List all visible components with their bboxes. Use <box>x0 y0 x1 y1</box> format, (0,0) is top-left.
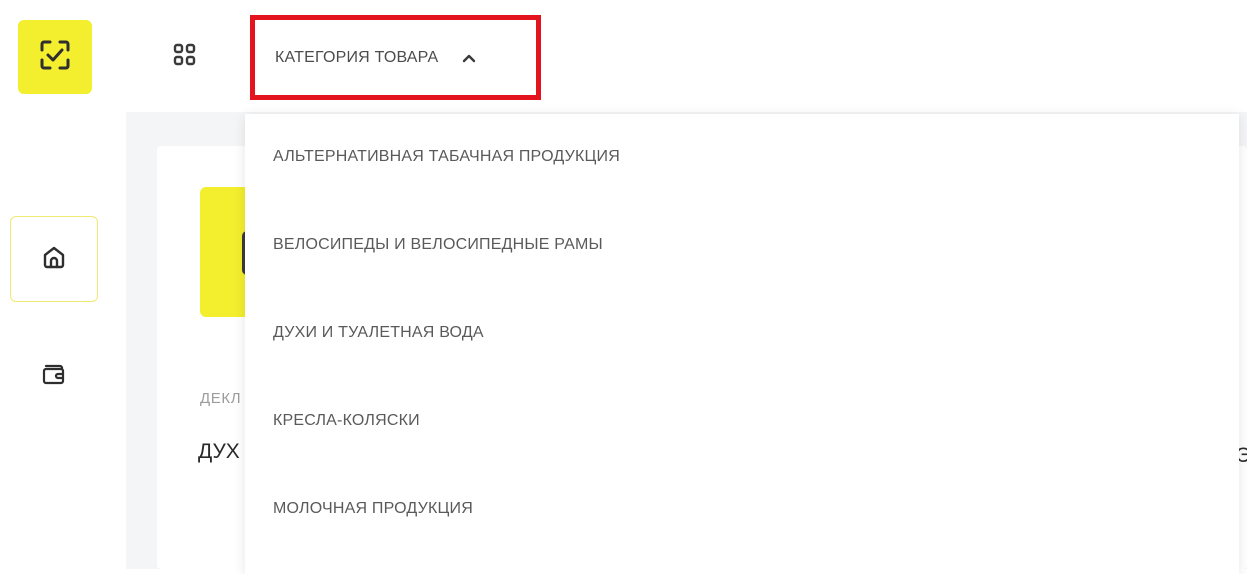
dropdown-item[interactable]: АЛЬТЕРНАТИВНАЯ ТАБАЧНАЯ ПРОДУКЦИЯ <box>273 148 620 166</box>
card-caption: ДЕКЛ <box>200 390 242 407</box>
category-filter-dropdown[interactable]: КАТЕГОРИЯ ТОВАРА <box>250 15 541 100</box>
dropdown-item[interactable]: ДУХИ И ТУАЛЕТНАЯ ВОДА <box>273 324 484 342</box>
nav-wallet[interactable] <box>36 358 72 394</box>
scan-check-icon <box>38 38 72 77</box>
category-filter-label: КАТЕГОРИЯ ТОВАРА <box>275 48 439 66</box>
category-dropdown-menu: АЛЬТЕРНАТИВНАЯ ТАБАЧНАЯ ПРОДУКЦИЯ ВЕЛОСИ… <box>245 114 1239 574</box>
card-title: ДУХ <box>198 440 240 463</box>
dropdown-item[interactable]: ВЕЛОСИПЕДЫ И ВЕЛОСИПЕДНЫЕ РАМЫ <box>273 236 603 254</box>
chevron-up-icon <box>462 53 476 63</box>
apps-menu-button[interactable] <box>168 40 202 74</box>
dropdown-item[interactable]: КРЕСЛА-КОЛЯСКИ <box>273 412 420 430</box>
dropdown-item[interactable]: МОЛОЧНАЯ ПРОДУКЦИЯ <box>273 500 473 518</box>
grid-icon <box>173 43 197 72</box>
nav-home[interactable] <box>10 216 98 302</box>
logo[interactable] <box>18 20 92 94</box>
wallet-icon <box>41 361 67 392</box>
home-icon <box>41 244 67 275</box>
